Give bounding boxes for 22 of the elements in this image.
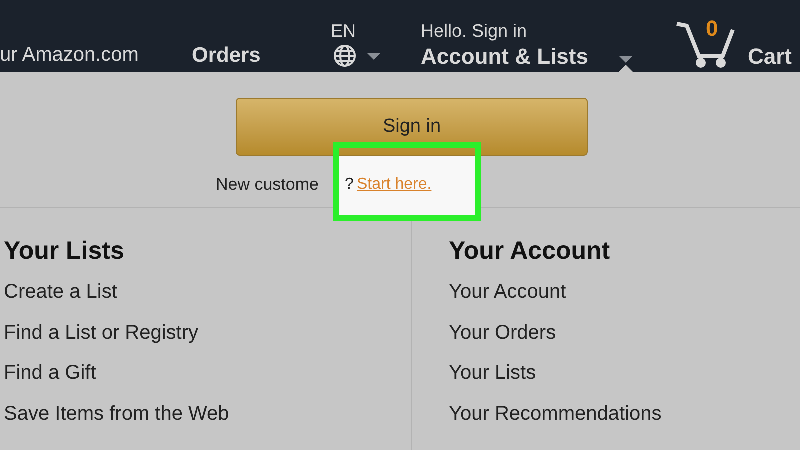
section-title: Your Account <box>449 236 612 266</box>
menu-link[interactable]: Save Items from the Web <box>4 402 411 426</box>
account-menu[interactable]: Account & Lists <box>421 40 588 73</box>
greeting-text: Hello. Sign in <box>421 20 528 43</box>
menu-link[interactable]: Your Orders <box>449 320 662 344</box>
menu-link[interactable]: Your Recommendations <box>449 402 662 426</box>
menu-link[interactable]: Create a List <box>4 280 411 304</box>
section-title: Your Lists <box>4 236 126 266</box>
nav-link[interactable]: Orders <box>192 40 261 72</box>
cart-icon[interactable] <box>675 20 737 68</box>
prompt-text: New custome <box>216 174 319 196</box>
menu-link[interactable]: Find a Gift <box>4 361 411 385</box>
menu-link[interactable]: Your Account <box>449 280 662 304</box>
menu-link[interactable]: Your Lists <box>449 361 662 385</box>
cart-link[interactable]: Cart <box>748 40 792 73</box>
cart-count: 0 <box>706 15 718 43</box>
prompt-text: ? <box>345 175 354 195</box>
menu-link[interactable]: Find a List or Registry <box>4 320 411 344</box>
language-label[interactable]: EN <box>331 18 356 45</box>
nav-link[interactable]: ur Amazon.com <box>0 40 139 70</box>
globe-icon[interactable] <box>333 44 357 68</box>
sign-in-button[interactable]: Sign in <box>236 98 588 156</box>
